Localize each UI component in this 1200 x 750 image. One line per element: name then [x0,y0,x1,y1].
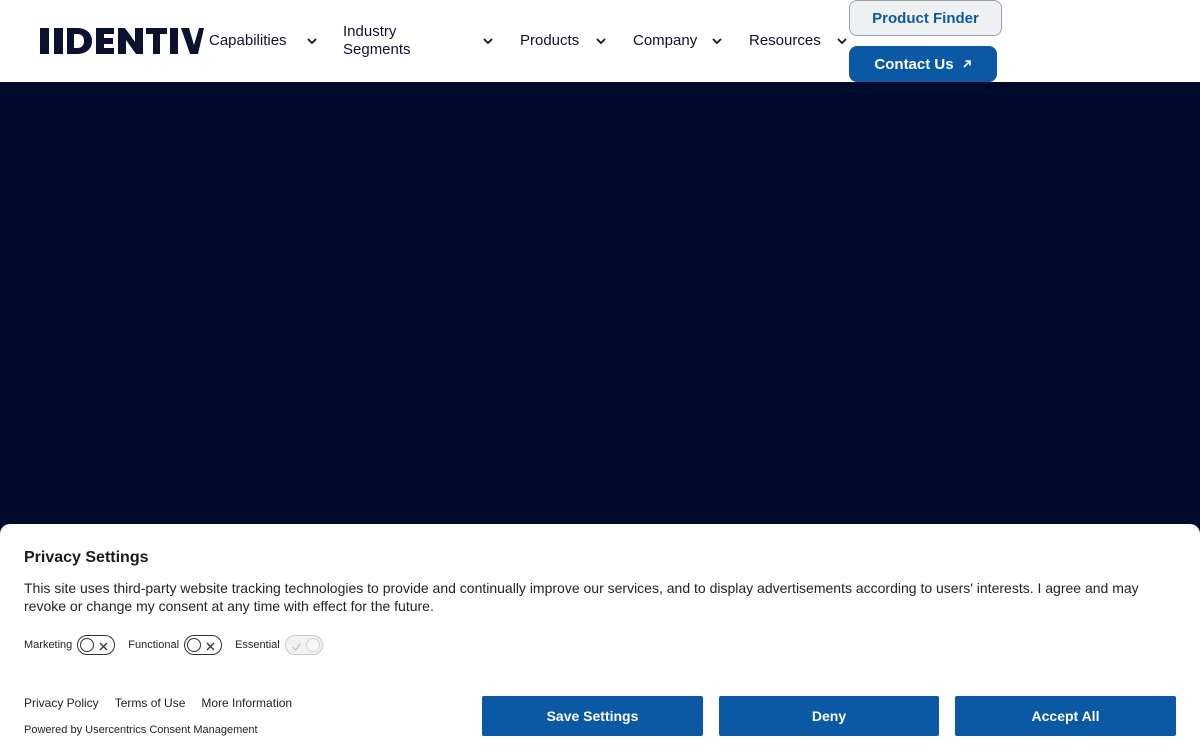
toggle-label: Essential [235,639,280,651]
more-information-link[interactable]: More Information [201,696,292,710]
chevron-down-icon [305,34,319,48]
nav-item-products[interactable]: Products [520,0,610,82]
nav-label: Capabilities [209,32,287,49]
consent-links: Privacy Policy Terms of Use More Informa… [24,696,292,710]
chevron-down-icon [835,34,849,48]
logo-wordmark [40,28,204,54]
site-header: Capabilities Industry Segments Products … [0,0,1200,82]
nav-label: Company [633,32,698,49]
toggle-knob [187,637,202,652]
powered-by-text: Powered by Usercentrics Consent Manageme… [24,724,258,736]
chevron-down-icon [481,34,495,48]
essential-toggle [284,635,323,655]
toggle-group-marketing: Marketing [24,635,116,655]
nav-item-industry-segments[interactable]: Industry Segments [343,0,495,82]
nav-label: Products [520,32,580,49]
nav-label: Resources [749,32,821,49]
hero-section [0,82,1200,524]
nav-label: Industry Segments [343,23,411,58]
privacy-policy-link[interactable]: Privacy Policy [24,696,99,710]
save-settings-button[interactable]: Save Settings [482,696,703,736]
toggle-knob [305,637,320,652]
arrow-up-right-icon [962,59,972,69]
consent-title: Privacy Settings [24,549,149,566]
consent-toggles: Marketing Functional Essential [24,635,336,655]
chevron-down-icon [594,34,608,48]
check-icon [291,639,302,651]
contact-us-label: Contact Us [874,55,954,73]
marketing-toggle[interactable] [77,635,116,655]
privacy-consent-banner: Privacy Settings This site uses third-pa… [0,524,1200,750]
toggle-label: Functional [128,639,180,651]
nav-item-capabilities[interactable]: Capabilities [209,0,319,82]
toggle-label: Marketing [24,639,73,651]
accept-all-button[interactable]: Accept All [955,696,1176,736]
functional-toggle[interactable] [184,635,223,655]
toggle-group-essential: Essential [235,635,323,655]
deny-button[interactable]: Deny [719,696,939,736]
toggle-knob [80,637,95,652]
toggle-group-functional: Functional [128,635,223,655]
identiv-logo[interactable] [40,28,204,54]
consent-description: This site uses third-party website track… [24,580,1139,614]
x-icon [98,639,109,651]
nav-item-resources[interactable]: Resources [749,0,849,82]
chevron-down-icon [710,34,724,48]
terms-of-use-link[interactable]: Terms of Use [115,696,186,710]
product-finder-button[interactable]: Product Finder [849,0,1002,36]
x-icon [205,639,216,651]
nav-item-company[interactable]: Company [633,0,725,82]
contact-us-button[interactable]: Contact Us [849,46,997,82]
